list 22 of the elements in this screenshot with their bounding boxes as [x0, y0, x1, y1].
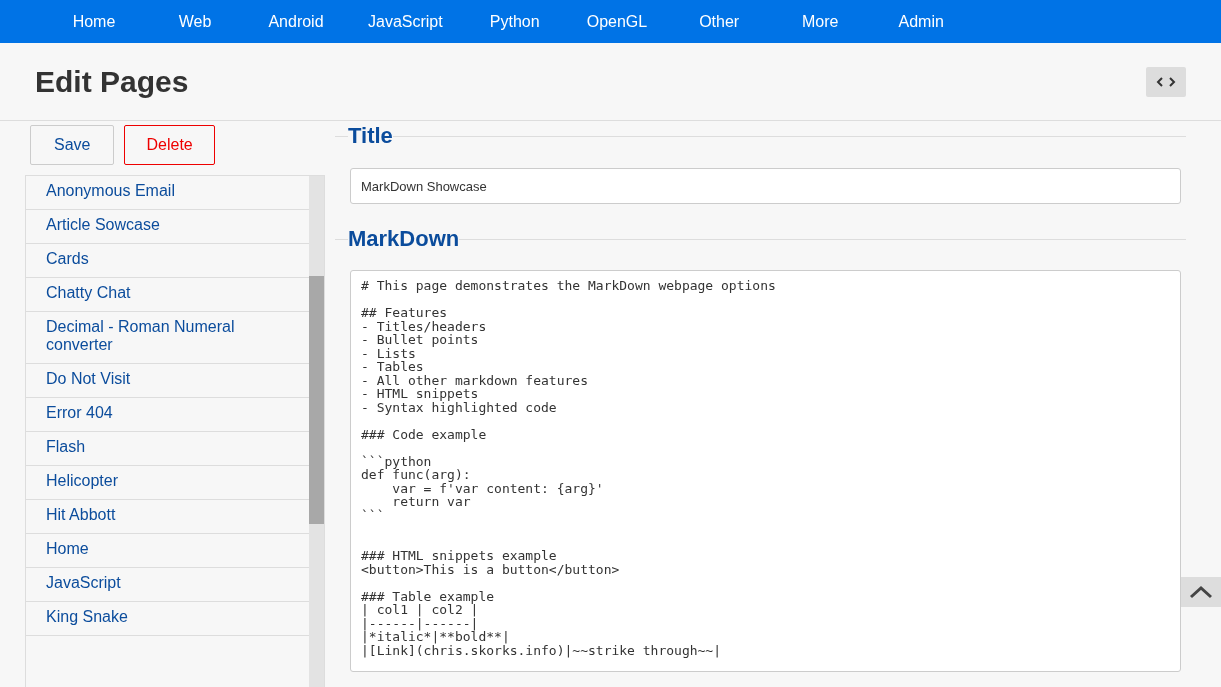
code-toggle-button[interactable] — [1146, 66, 1186, 97]
nav-link[interactable]: Other — [670, 12, 769, 31]
nav-link[interactable]: Admin — [872, 12, 971, 31]
nav-link[interactable]: Web — [146, 12, 244, 31]
section-heading: MarkDown — [348, 225, 460, 253]
nav-link[interactable]: Android — [247, 12, 345, 31]
title-input[interactable]: MarkDown Showcase — [350, 168, 1181, 204]
markdown-editor[interactable]: # This page demonstrates the MarkDown webpage options ## Features - Titles/headers - Bullet points - Lists - Tables - All other markdown features - HTML snippets - Syntax highlighted code ### Code example ```python def func(arg): var = f'var content: {arg}' return var ``` ### HTML snippets example <button>This is a button</button> ### Table example | col1 | col2 | |------|------| |*italic*|**bold**| |[Link](chris.skorks.info)|~~strike through~~| — [350, 270, 1181, 672]
delete-button[interactable]: Delete — [124, 125, 215, 165]
section-heading: Title — [348, 122, 393, 150]
scrollbar[interactable] — [309, 176, 324, 687]
nav-link[interactable]: OpenGL — [566, 12, 668, 31]
nav-link[interactable]: More — [771, 12, 870, 31]
scroll-to-top-button[interactable] — [1181, 577, 1221, 607]
nav-link[interactable]: JavaScript — [348, 12, 463, 31]
code-brackets-icon — [1156, 75, 1176, 88]
chevron-up-icon — [1189, 585, 1213, 599]
nav-link[interactable]: Home — [45, 12, 143, 31]
scrollbar-thumb[interactable] — [309, 276, 324, 524]
save-button[interactable]: Save — [30, 125, 115, 165]
page-title: Edit Pages — [35, 64, 189, 99]
nav-link[interactable]: Python — [465, 12, 564, 31]
